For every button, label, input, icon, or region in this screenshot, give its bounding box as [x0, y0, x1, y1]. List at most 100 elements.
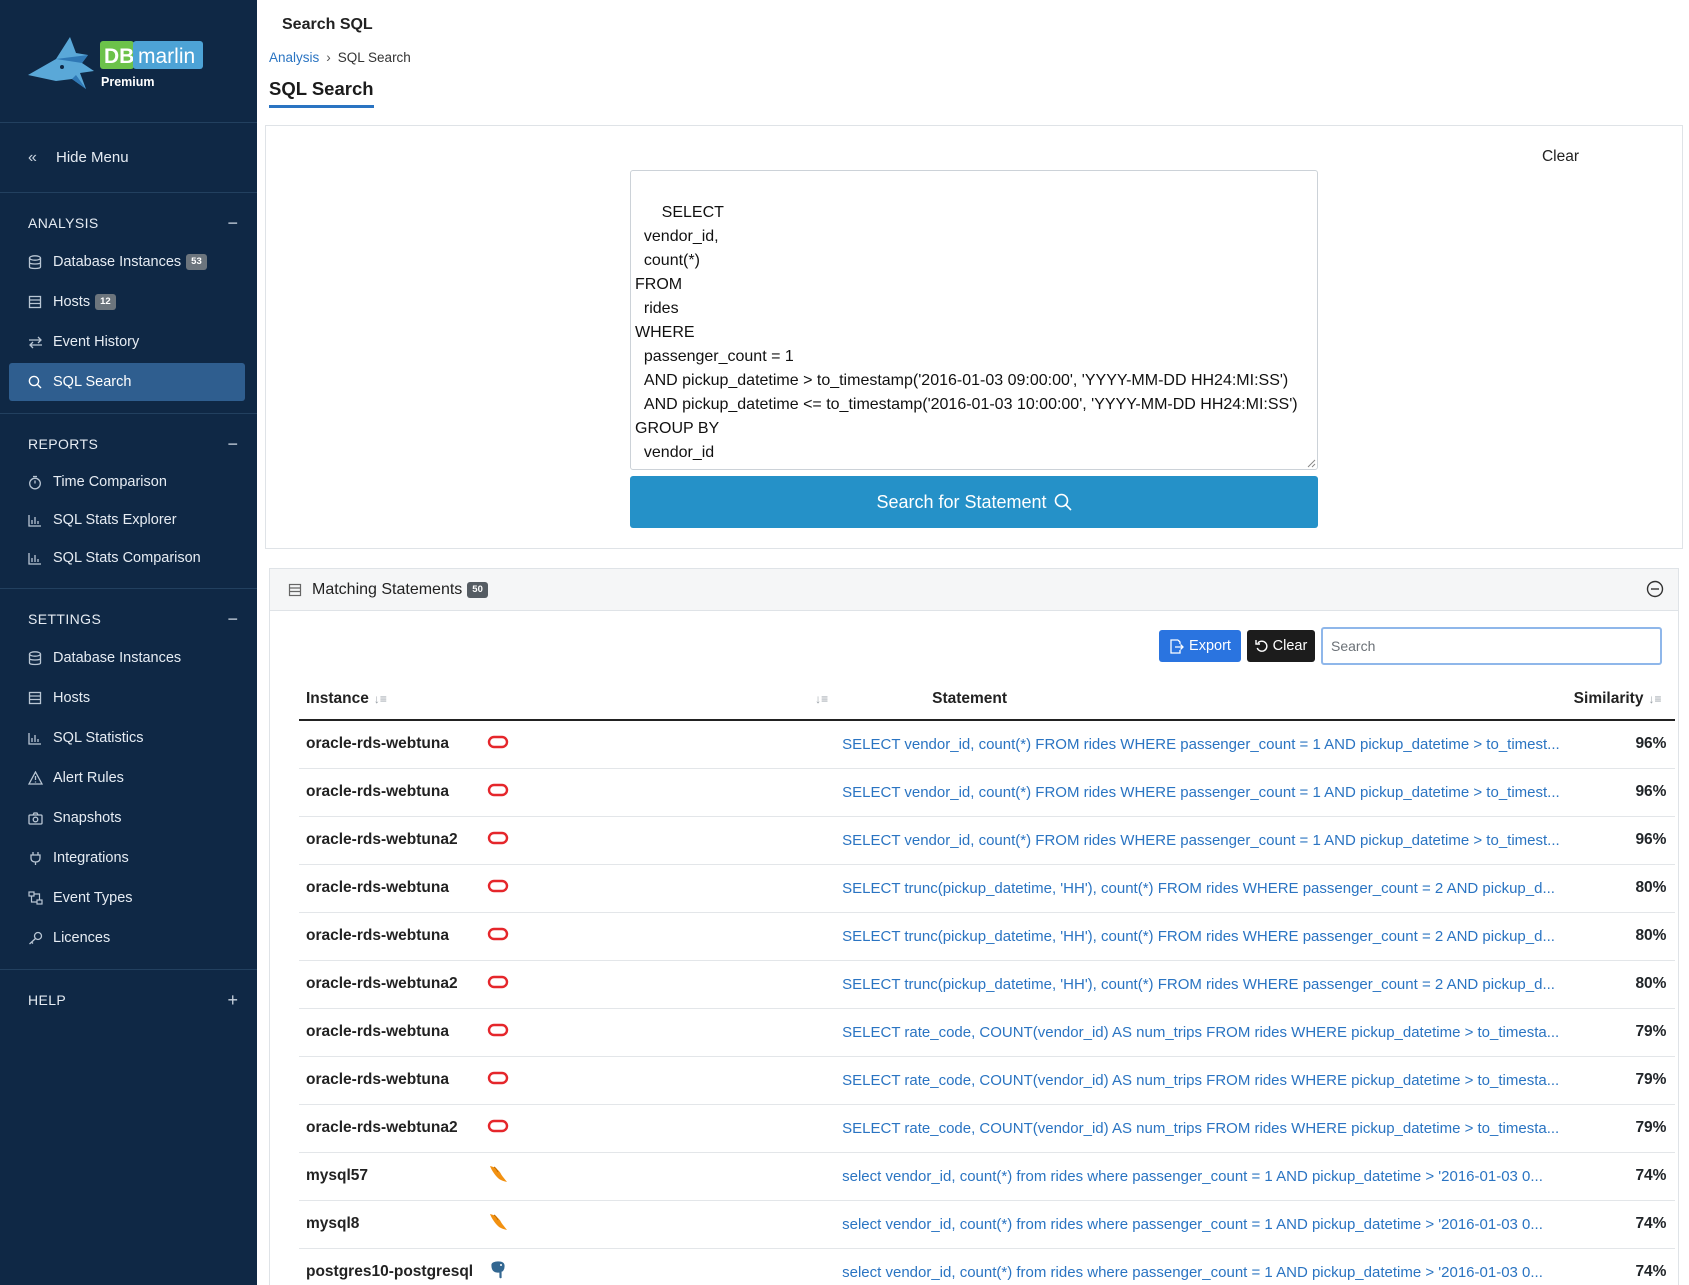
sidebar-item-label: Database Instances	[53, 254, 182, 270]
collapse-panel-icon[interactable]	[1646, 580, 1664, 598]
collapse-icon[interactable]: −	[225, 213, 241, 234]
table-row[interactable]: oracle-rds-webtuna SELECT vendor_id, coun…	[299, 720, 1676, 769]
statement-link[interactable]: SELECT rate_code, COUNT(vendor_id) AS nu…	[842, 1024, 1559, 1041]
sidebar-item-event-types[interactable]: Event Types	[9, 879, 245, 917]
collapse-icon[interactable]: −	[225, 434, 241, 455]
breadcrumb-analysis-link[interactable]: Analysis	[269, 50, 319, 65]
search-for-statement-button[interactable]: Search for Statement	[630, 476, 1318, 528]
matching-statements-header: Matching Statements 50	[270, 569, 1678, 611]
instance-cell[interactable]: oracle-rds-webtuna2	[299, 960, 481, 1009]
sidebar-item-licences[interactable]: Licences	[9, 919, 245, 957]
table-row[interactable]: oracle-rds-webtuna2 SELECT trunc(pickup_d…	[299, 960, 1676, 1009]
instance-cell[interactable]: postgres10-postgresql	[299, 1248, 481, 1285]
sidebar-item-database-instances[interactable]: Database Instances 53	[9, 243, 245, 281]
sidebar-item-time-comparison[interactable]: Time Comparison	[9, 464, 245, 500]
similarity-cell: 79%	[1566, 1104, 1676, 1153]
collapse-icon[interactable]: −	[225, 609, 241, 630]
breadcrumb-current: SQL Search	[337, 50, 411, 65]
statement-cell: SELECT rate_code, COUNT(vendor_id) AS nu…	[835, 1008, 1567, 1057]
statement-link[interactable]: SELECT vendor_id, count(*) FROM rides WH…	[842, 784, 1560, 801]
table-row[interactable]: oracle-rds-webtuna2 SELECT vendor_id, cou…	[299, 816, 1676, 865]
brand-logo[interactable]: DB marlin Premium	[0, 0, 257, 123]
instance-cell[interactable]: oracle-rds-webtuna	[299, 1008, 481, 1057]
table-row[interactable]: oracle-rds-webtuna SELECT trunc(pickup_da…	[299, 912, 1676, 961]
instance-cell[interactable]: oracle-rds-webtuna	[299, 1056, 481, 1105]
statement-link[interactable]: SELECT rate_code, COUNT(vendor_id) AS nu…	[842, 1120, 1559, 1137]
sidebar-item-settings-database-instances[interactable]: Database Instances	[9, 639, 245, 677]
statement-link[interactable]: SELECT trunc(pickup_datetime, 'HH'), cou…	[842, 880, 1555, 897]
sidebar-item-label: Time Comparison	[53, 474, 167, 490]
table-row[interactable]: oracle-rds-webtuna SELECT rate_code, COUN…	[299, 1056, 1676, 1105]
table-row[interactable]: postgres10-postgresql select vendor_id, c…	[299, 1248, 1676, 1285]
statement-link[interactable]: SELECT vendor_id, count(*) FROM rides WH…	[842, 736, 1560, 753]
similarity-cell: 96%	[1566, 768, 1676, 817]
statement-cell: SELECT trunc(pickup_datetime, 'HH'), cou…	[835, 912, 1567, 961]
table-row[interactable]: oracle-rds-webtuna2 SELECT rate_code, COU…	[299, 1104, 1676, 1153]
statement-link[interactable]: select vendor_id, count(*) from rides wh…	[842, 1168, 1543, 1185]
instance-cell[interactable]: oracle-rds-webtuna	[299, 912, 481, 961]
tab-sql-search[interactable]: SQL Search	[269, 78, 374, 108]
table-row[interactable]: mysql8 select vendor_id, count(*) from ri…	[299, 1200, 1676, 1249]
settings-section-header[interactable]: SETTINGS −	[0, 603, 257, 635]
statement-link[interactable]: SELECT trunc(pickup_datetime, 'HH'), cou…	[842, 928, 1555, 945]
similarity-cell: 96%	[1566, 720, 1676, 769]
instance-cell[interactable]: oracle-rds-webtuna2	[299, 1104, 481, 1153]
marlin-logo-icon: DB marlin Premium	[28, 37, 203, 89]
table-row[interactable]: oracle-rds-webtuna SELECT rate_code, COUN…	[299, 1008, 1676, 1057]
clear-filter-button[interactable]: Clear	[1247, 630, 1315, 662]
column-header-instance[interactable]: Instance ↓≡	[299, 678, 481, 721]
table-row[interactable]: mysql57 select vendor_id, count(*) from r…	[299, 1152, 1676, 1201]
sidebar-item-snapshots[interactable]: Snapshots	[9, 799, 245, 837]
sidebar-item-event-history[interactable]: Event History	[9, 323, 245, 361]
reports-section-header[interactable]: REPORTS −	[0, 428, 257, 460]
sort-icon[interactable]: ↓≡	[374, 692, 387, 706]
sidebar-item-sql-statistics[interactable]: SQL Statistics	[9, 719, 245, 757]
sidebar-item-sql-stats-comparison[interactable]: SQL Stats Comparison	[9, 540, 245, 576]
statement-link[interactable]: SELECT trunc(pickup_datetime, 'HH'), cou…	[842, 976, 1555, 993]
bar-chart-icon	[26, 729, 44, 747]
resize-handle-icon[interactable]	[1307, 459, 1316, 468]
instance-cell[interactable]: mysql57	[299, 1152, 481, 1201]
export-button[interactable]: Export	[1159, 630, 1241, 662]
sort-icon[interactable]: ↓≡	[1648, 692, 1661, 706]
oracle-icon	[487, 879, 509, 892]
instance-cell[interactable]: oracle-rds-webtuna	[299, 768, 481, 817]
similarity-cell: 80%	[1566, 960, 1676, 1009]
statement-cell: select vendor_id, count(*) from rides wh…	[835, 1248, 1567, 1285]
sidebar-item-hosts[interactable]: Hosts 12	[9, 283, 245, 321]
sidebar-item-sql-stats-explorer[interactable]: SQL Stats Explorer	[9, 502, 245, 538]
analysis-section-header[interactable]: ANALYSIS −	[0, 207, 257, 239]
oracle-icon	[487, 735, 509, 748]
bar-chart-icon	[26, 511, 44, 529]
table-row[interactable]: oracle-rds-webtuna SELECT vendor_id, coun…	[299, 768, 1676, 817]
svg-text:marlin: marlin	[138, 45, 195, 68]
count-badge: 12	[95, 294, 116, 310]
statement-link[interactable]: select vendor_id, count(*) from rides wh…	[842, 1216, 1543, 1233]
hide-menu-button[interactable]: « Hide Menu	[0, 123, 257, 193]
sidebar-item-settings-hosts[interactable]: Hosts	[9, 679, 245, 717]
statement-link[interactable]: SELECT rate_code, COUNT(vendor_id) AS nu…	[842, 1072, 1559, 1089]
sidebar-item-label: SQL Stats Comparison	[53, 550, 201, 566]
sort-icon[interactable]: ↓≡	[815, 692, 828, 706]
column-header-type[interactable]: ↓≡	[480, 678, 836, 721]
column-header-statement[interactable]: Statement	[835, 678, 1567, 721]
statement-link[interactable]: select vendor_id, count(*) from rides wh…	[842, 1264, 1543, 1281]
sidebar-item-alert-rules[interactable]: Alert Rules	[9, 759, 245, 797]
oracle-icon	[487, 1119, 509, 1132]
column-header-similarity[interactable]: Similarity ↓≡	[1566, 678, 1676, 721]
instance-cell[interactable]: oracle-rds-webtuna2	[299, 816, 481, 865]
instance-cell[interactable]: oracle-rds-webtuna	[299, 720, 481, 769]
table-row[interactable]: oracle-rds-webtuna SELECT trunc(pickup_da…	[299, 864, 1676, 913]
instance-cell[interactable]: oracle-rds-webtuna	[299, 864, 481, 913]
statement-link[interactable]: SELECT vendor_id, count(*) FROM rides WH…	[842, 832, 1560, 849]
sql-input[interactable]: SELECT vendor_id, count(*) FROM rides WH…	[630, 170, 1318, 470]
arrows-icon	[26, 333, 44, 351]
expand-icon[interactable]: +	[225, 990, 241, 1011]
sidebar-item-integrations[interactable]: Integrations	[9, 839, 245, 877]
table-search-input[interactable]	[1321, 627, 1662, 665]
instance-cell[interactable]: mysql8	[299, 1200, 481, 1249]
help-section-header[interactable]: HELP +	[0, 984, 257, 1016]
clear-sql-button[interactable]: Clear	[1279, 148, 1579, 166]
sidebar-item-sql-search[interactable]: SQL Search	[9, 363, 245, 401]
page-title: Search SQL	[282, 16, 373, 33]
